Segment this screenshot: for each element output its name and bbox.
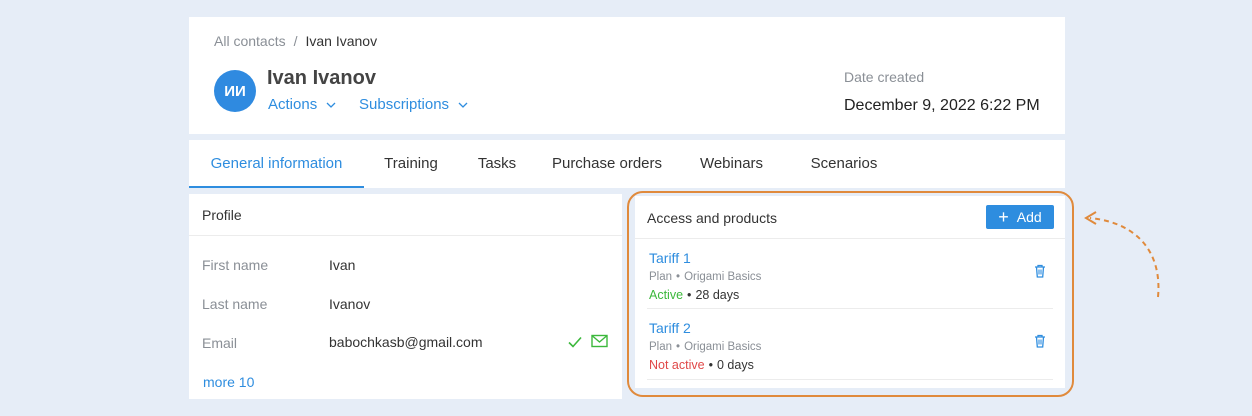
duration-text: 0 days (716, 358, 754, 372)
dashed-arrow-icon (1084, 211, 1160, 298)
tab-bar: General information Training Tasks Purch… (189, 140, 1065, 188)
access-title: Access and products (647, 210, 777, 226)
profile-title: Profile (202, 207, 242, 223)
profile-card: Profile First name Ivan Last name Ivanov… (189, 194, 622, 399)
breadcrumb-separator: / (293, 33, 298, 49)
plus-icon: + (998, 207, 1009, 227)
actions-label: Actions (268, 96, 318, 113)
actions-dropdown[interactable]: Actions (268, 96, 336, 113)
check-icon (568, 336, 582, 348)
duration-text: 28 days (695, 288, 740, 302)
more-fields-link[interactable]: more 10 (203, 374, 254, 390)
tab-tasks[interactable]: Tasks (472, 140, 522, 188)
status-text: Active (649, 288, 684, 302)
avatar: ИИ (214, 70, 256, 112)
breadcrumb-all-contacts[interactable]: All contacts (214, 33, 286, 49)
contact-header: All contacts / Ivan Ivanov ИИ Ivan Ivanov … (189, 17, 1065, 134)
tab-webinars[interactable]: Webinars (694, 140, 769, 188)
trash-icon[interactable] (1032, 333, 1048, 349)
divider (189, 235, 622, 236)
add-button-label: Add (1016, 209, 1042, 225)
breadcrumb-current: Ivan Ivanov (305, 33, 378, 49)
last-name-value[interactable]: Ivanov (329, 296, 370, 312)
tariff-plan: Plan • Origami Basics (649, 341, 762, 353)
tariff-status: Not active • 0 days (649, 358, 754, 372)
tab-general-information[interactable]: General information (189, 140, 364, 188)
divider (635, 238, 1065, 239)
access-products-card: Access and products + Add Tariff 1 Plan •… (635, 196, 1065, 388)
chevron-down-icon (458, 102, 468, 108)
first-name-label: First name (202, 257, 269, 273)
tariff-name-link[interactable]: Tariff 1 (649, 250, 691, 266)
email-label: Email (202, 335, 238, 351)
subscriptions-dropdown[interactable]: Subscriptions (359, 96, 468, 113)
contact-name: Ivan Ivanov (267, 67, 376, 89)
tab-scenarios[interactable]: Scenarios (806, 140, 882, 188)
first-name-value[interactable]: Ivan (329, 257, 355, 273)
chevron-down-icon (326, 102, 336, 108)
divider (647, 308, 1053, 309)
date-created-label: Date created (844, 69, 925, 85)
subscriptions-label: Subscriptions (359, 96, 450, 113)
breadcrumb: All contacts / Ivan Ivanov (214, 33, 377, 49)
email-value[interactable]: babochkasb@gmail.com (329, 334, 483, 350)
divider (647, 379, 1053, 380)
status-text: Not active (649, 358, 705, 372)
tab-purchase-orders[interactable]: Purchase orders (546, 140, 668, 188)
tariff-item: Tariff 2 Plan • Origami Basics Not active •… (635, 320, 1065, 388)
tariff-name-link[interactable]: Tariff 2 (649, 320, 691, 336)
tariff-status: Active • 28 days (649, 288, 740, 302)
mail-icon[interactable] (591, 334, 608, 348)
date-created-value: December 9, 2022 6:22 PM (844, 97, 1040, 114)
tariff-plan: Plan • Origami Basics (649, 271, 762, 283)
add-button[interactable]: + Add (986, 205, 1054, 229)
trash-icon[interactable] (1032, 263, 1048, 279)
last-name-label: Last name (202, 296, 268, 312)
tab-training[interactable]: Training (375, 140, 447, 188)
